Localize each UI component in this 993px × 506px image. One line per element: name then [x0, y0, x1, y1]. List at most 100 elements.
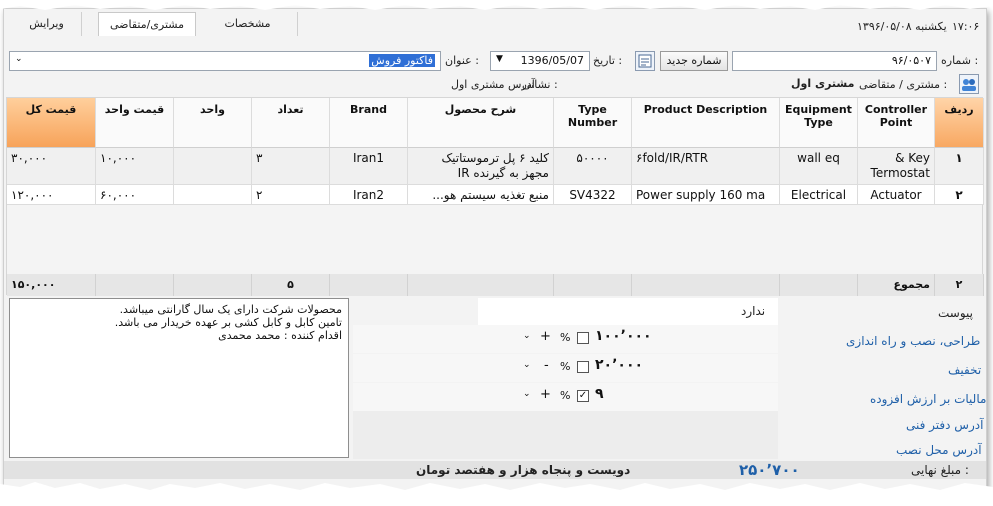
- vat-sign-toggle[interactable]: +: [540, 387, 551, 402]
- footer-cell: [174, 274, 252, 296]
- cell-product-desc[interactable]: ۶fold/IR/RTR: [632, 148, 780, 185]
- tab-edit[interactable]: ویرایش: [12, 12, 82, 36]
- customer-value: مشتری اول: [791, 77, 855, 90]
- chevron-down-icon[interactable]: ⌄: [523, 331, 531, 341]
- new-number-button[interactable]: شماره جدید: [660, 51, 728, 71]
- col-header-row[interactable]: ردیف: [935, 98, 984, 148]
- date-picker[interactable]: ▼ 1396/05/07: [490, 51, 590, 71]
- footer-cell: [554, 274, 632, 296]
- cell-type-number[interactable]: ۵۰۰۰۰: [554, 148, 632, 185]
- tab-bar: ویرایش مشتری/متقاضی مشخصات یکشنبه ۱۳۹۶/۰…: [4, 9, 986, 37]
- number-label: شماره :: [941, 54, 979, 67]
- footer-cell: [632, 274, 780, 296]
- cell-equipment[interactable]: Electrical: [780, 185, 858, 205]
- cell-product-desc[interactable]: Power supply 160 ma: [632, 185, 780, 205]
- cell-brand[interactable]: Iran1: [330, 148, 408, 185]
- design-sign-toggle[interactable]: +: [540, 329, 551, 344]
- col-header-equipment[interactable]: Equipment Type: [780, 98, 858, 148]
- footer-sum-label: مجموع: [858, 274, 935, 296]
- vat-label[interactable]: مالیات بر ارزش افزوده: [870, 392, 986, 406]
- footer-cell: [780, 274, 858, 296]
- col-header-product-desc-fa[interactable]: شرح محصول: [408, 98, 554, 148]
- cell-brand[interactable]: Iran2: [330, 185, 408, 205]
- summary-panel: ندارد پیوست ⌄ + % ۱۰۰٬۰۰۰ طراحی، نصب و ر…: [353, 294, 986, 459]
- calculator-icon[interactable]: [635, 51, 655, 71]
- cell-product-desc-fa[interactable]: منبع تغذیه سیستم هو...: [408, 185, 554, 205]
- design-percent-label: %: [560, 331, 571, 344]
- title-field[interactable]: ⌄ فاکتور فروش: [9, 51, 441, 71]
- attachment-field[interactable]: [478, 298, 778, 326]
- vat-percent-label: %: [560, 389, 571, 402]
- footer-qty-total: ۵: [252, 274, 330, 296]
- attachment-value: ندارد: [741, 304, 766, 318]
- col-header-product-desc[interactable]: Product Description: [632, 98, 780, 148]
- design-percent-checkbox[interactable]: [577, 332, 589, 344]
- date-value: 1396/05/07: [520, 54, 584, 67]
- final-label: مبلغ نهایی :: [911, 463, 969, 477]
- discount-sign-toggle[interactable]: -: [544, 358, 549, 373]
- customer-label: مشتری / متقاضی :: [859, 78, 948, 91]
- address-value: آدرس مشتری اول: [451, 78, 535, 91]
- cell-controller[interactable]: & Key Termostat: [858, 148, 935, 185]
- discount-percent-label: %: [560, 360, 571, 373]
- torn-edge-decoration: [0, 482, 993, 506]
- col-header-brand[interactable]: Brand: [330, 98, 408, 148]
- footer-grand-total: ۱۵۰,۰۰۰: [7, 274, 96, 296]
- cell-unit-price[interactable]: ۶۰,۰۰۰: [96, 185, 174, 205]
- tab-customer[interactable]: مشتری/متقاضی: [98, 12, 196, 36]
- cell-unit-price[interactable]: ۱۰,۰۰۰: [96, 148, 174, 185]
- cell-unit[interactable]: [174, 148, 252, 185]
- cell-controller[interactable]: Actuator: [858, 185, 935, 205]
- discount-label[interactable]: تخفیف: [948, 363, 981, 377]
- cell-unit[interactable]: [174, 185, 252, 205]
- title-value: فاکتور فروش: [369, 54, 435, 67]
- cell-product-desc-fa[interactable]: کلید ۶ پل ترموستاتیک مجهز به گیرنده IR: [408, 148, 554, 185]
- design-label[interactable]: طراحی، نصب و راه اندازی: [846, 334, 980, 348]
- col-header-type-number[interactable]: Type Number: [554, 98, 632, 148]
- col-header-controller[interactable]: Controller Point: [858, 98, 935, 148]
- vat-value[interactable]: ۹: [595, 386, 604, 402]
- number-field[interactable]: ۹۶/۰۵۰۷: [732, 51, 937, 71]
- install-address-link[interactable]: آدرس محل نصب: [896, 443, 982, 457]
- office-address-link[interactable]: آدرس دفتر فنی: [906, 418, 983, 432]
- cell-qty[interactable]: ۲: [252, 185, 330, 205]
- cell-row[interactable]: ۱: [935, 148, 984, 185]
- col-header-unit-price[interactable]: قیمت واحد: [96, 98, 174, 148]
- col-header-qty[interactable]: تعداد: [252, 98, 330, 148]
- chevron-down-icon[interactable]: ▼: [496, 54, 503, 64]
- design-value[interactable]: ۱۰۰٬۰۰۰: [595, 328, 652, 344]
- cell-equipment[interactable]: wall eq: [780, 148, 858, 185]
- cell-row[interactable]: ۲: [935, 185, 984, 205]
- footer-cell: [96, 274, 174, 296]
- cell-qty[interactable]: ۳: [252, 148, 330, 185]
- discount-value[interactable]: ۲۰٬۰۰۰: [595, 357, 643, 373]
- cell-type-number[interactable]: SV4322: [554, 185, 632, 205]
- attachment-label: پیوست: [938, 306, 973, 320]
- address-area: [353, 411, 778, 459]
- col-header-unit[interactable]: واحد: [174, 98, 252, 148]
- note-line: تامین کابل و کابل کشی بر عهده خریدار می …: [114, 316, 342, 329]
- date-label: تاریخ :: [593, 54, 623, 67]
- chevron-down-icon[interactable]: ⌄: [15, 54, 23, 64]
- col-header-total[interactable]: قیمت کل: [7, 98, 96, 148]
- cell-total[interactable]: ۱۲۰,۰۰۰: [7, 185, 96, 205]
- footer-cell: [408, 274, 554, 296]
- final-words: دویست و پنجاه هزار و هفتصد تومان: [416, 463, 631, 477]
- invoice-window: ویرایش مشتری/متقاضی مشخصات یکشنبه ۱۳۹۶/۰…: [3, 8, 987, 498]
- note-line: اقدام کننده : محمد محمدی: [218, 329, 342, 342]
- items-grid: ردیف Controller Point Equipment Type Pro…: [6, 97, 984, 296]
- notes-textarea[interactable]: محصولات شرکت دارای یک سال گارانتی میباشد…: [9, 298, 349, 458]
- chevron-down-icon[interactable]: ⌄: [523, 389, 531, 399]
- footer-cell: [330, 274, 408, 296]
- torn-edge-top-decoration: [0, 0, 993, 10]
- customer-icon[interactable]: [959, 74, 979, 94]
- cell-total[interactable]: ۳۰,۰۰۰: [7, 148, 96, 185]
- vat-percent-checkbox[interactable]: ✓: [577, 390, 589, 402]
- final-amount-bar: مبلغ نهایی : ۲۵۰٬۷۰۰ دویست و پنجاه هزار …: [4, 461, 986, 479]
- note-line: محصولات شرکت دارای یک سال گارانتی میباشد…: [119, 303, 342, 316]
- discount-percent-checkbox[interactable]: [577, 361, 589, 373]
- tab-specs[interactable]: مشخصات: [198, 12, 298, 36]
- chevron-down-icon[interactable]: ⌄: [523, 360, 531, 370]
- title-label: عنوان :: [445, 54, 479, 67]
- final-value: ۲۵۰٬۷۰۰: [739, 461, 800, 479]
